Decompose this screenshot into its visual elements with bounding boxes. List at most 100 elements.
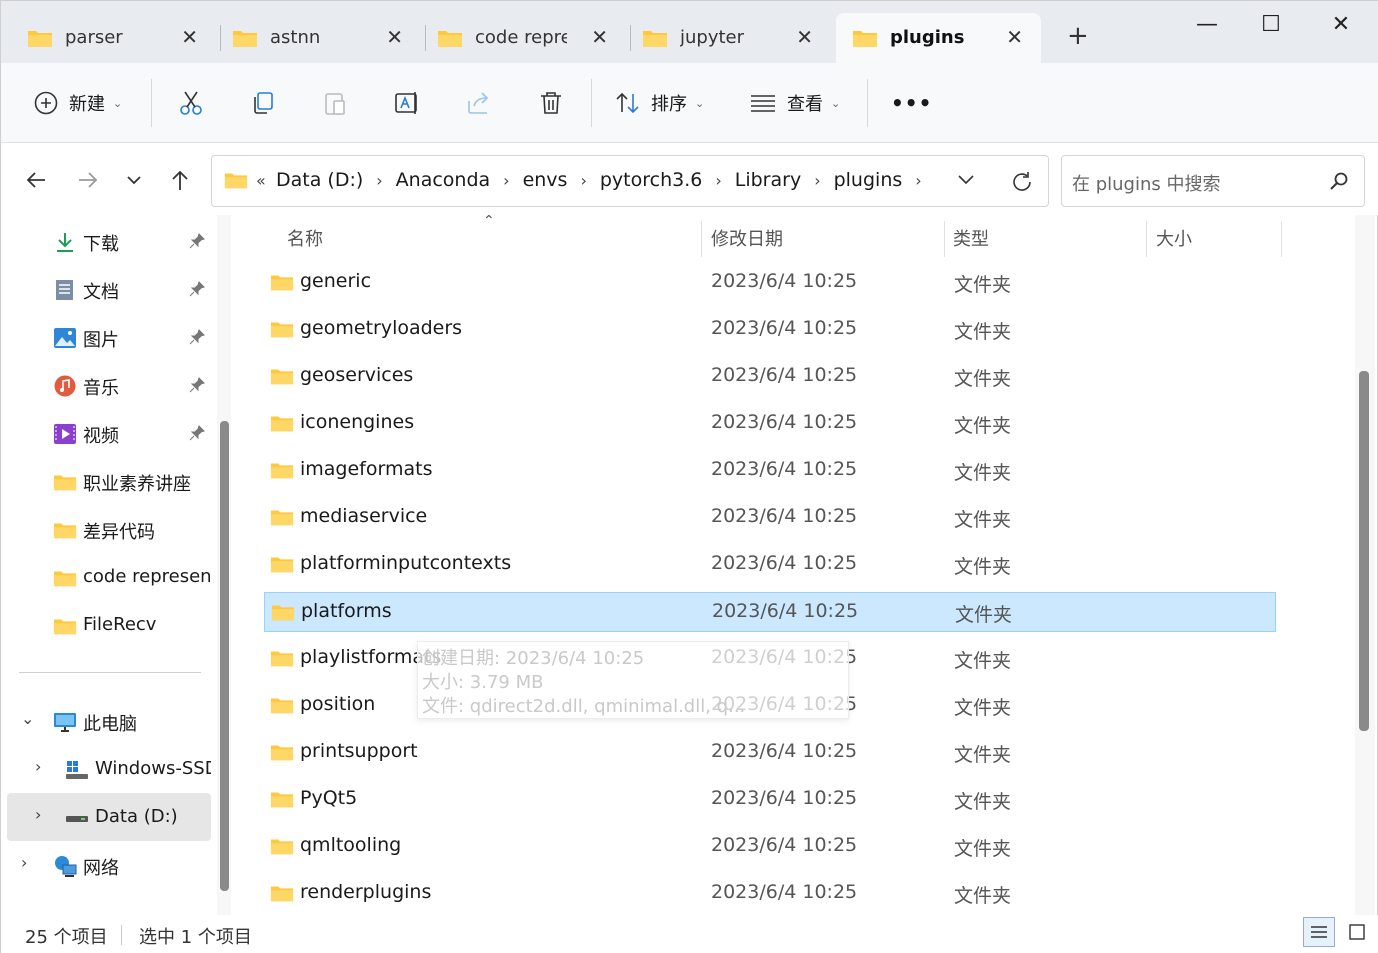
column-type[interactable]: 类型 [953, 225, 989, 251]
chevron-right-icon[interactable]: › [35, 805, 41, 824]
folder-icon [270, 275, 294, 291]
crumb-library[interactable]: Library [735, 169, 801, 191]
up-button[interactable] [165, 165, 195, 195]
chevron-down-icon[interactable] [956, 172, 976, 188]
sidebar-item-this-pc[interactable]: 此电脑 [7, 699, 211, 743]
rename-button[interactable] [393, 87, 421, 119]
close-window-button[interactable]: ✕ [1321, 9, 1361, 39]
address-bar[interactable]: « Data (D:) › Anaconda › envs › pytorch3… [211, 155, 1049, 207]
sidebar-item-folder[interactable]: FileRecv [7, 603, 211, 647]
close-icon[interactable]: ✕ [796, 25, 813, 49]
folder-icon [270, 745, 294, 761]
pin-icon[interactable] [189, 233, 205, 249]
file-type: 文件夹 [954, 368, 1012, 390]
file-name: PyQt5 [300, 787, 358, 809]
file-row[interactable]: qmltooling 2023/6/4 10:25 文件夹 [264, 827, 1276, 867]
music-icon [54, 375, 76, 397]
file-row[interactable]: geoservices 2023/6/4 10:25 文件夹 [264, 357, 1276, 397]
recent-locations-button[interactable] [119, 165, 149, 195]
sidebar-item-videos[interactable]: 视频 [7, 411, 211, 455]
sidebar-item-downloads[interactable]: 下载 [7, 219, 211, 263]
sort-button[interactable]: 排序 ⌄ [615, 87, 704, 119]
file-row[interactable]: PyQt5 2023/6/4 10:25 文件夹 [264, 780, 1276, 820]
divider [19, 672, 201, 673]
tab-code-repre[interactable]: code repre: ✕ [421, 13, 626, 63]
cut-button[interactable] [177, 87, 205, 119]
refresh-icon[interactable] [1010, 170, 1034, 194]
pin-icon[interactable] [189, 281, 205, 297]
tab-astnn[interactable]: astnn ✕ [216, 13, 421, 63]
chevron-right-icon[interactable]: › [915, 171, 921, 190]
chevron-down-icon: ⌄ [695, 96, 705, 110]
maximize-button[interactable]: ☐ [1251, 9, 1291, 39]
minimize-button[interactable]: — [1187, 9, 1227, 39]
sidebar-item-network[interactable]: 网络 [7, 843, 211, 887]
paste-button[interactable] [321, 87, 349, 119]
file-row[interactable]: iconengines 2023/6/4 10:25 文件夹 [264, 404, 1276, 444]
folder-icon [53, 571, 77, 587]
details-view-button[interactable] [1303, 917, 1335, 947]
sidebar-item-pictures[interactable]: 图片 [7, 315, 211, 359]
crumb-plugins[interactable]: plugins [834, 169, 903, 191]
chevron-right-icon[interactable]: › [503, 171, 509, 190]
file-row[interactable]: generic 2023/6/4 10:25 文件夹 [264, 263, 1276, 303]
close-icon[interactable]: ✕ [591, 25, 608, 49]
sidebar-item-music[interactable]: 音乐 [7, 363, 211, 407]
file-row[interactable]: printsupport 2023/6/4 10:25 文件夹 [264, 733, 1276, 773]
column-header: ⌃ 名称 修改日期 类型 大小 [239, 215, 1355, 261]
new-tab-button[interactable]: + [1067, 23, 1089, 49]
file-name: generic [300, 270, 372, 292]
pin-icon[interactable] [189, 329, 205, 345]
delete-button[interactable] [537, 87, 565, 119]
crumb-pytorch36[interactable]: pytorch3.6 [600, 169, 702, 191]
file-date-modified: 2023/6/4 10:25 [711, 787, 858, 809]
tab-label: jupyter [680, 27, 745, 48]
more-options-button[interactable]: ••• [891, 87, 932, 119]
file-row[interactable]: platforminputcontexts 2023/6/4 10:25 文件夹 [264, 545, 1276, 585]
file-type: 文件夹 [954, 462, 1012, 484]
close-icon[interactable]: ✕ [1006, 25, 1023, 49]
search-icon[interactable] [1328, 170, 1350, 192]
tab-parser[interactable]: parser ✕ [11, 13, 216, 63]
chevron-right-icon[interactable]: › [715, 171, 721, 190]
sidebar-item-folder[interactable]: 职业素养讲座 [7, 459, 211, 503]
crumb-anaconda[interactable]: Anaconda [396, 169, 491, 191]
pin-icon[interactable] [189, 377, 205, 393]
sidebar-item-folder[interactable]: 差异代码 [7, 507, 211, 551]
close-icon[interactable]: ✕ [386, 25, 403, 49]
folder-icon [271, 605, 295, 621]
file-row[interactable]: renderplugins 2023/6/4 10:25 文件夹 [264, 874, 1276, 914]
sidebar-item-windows-ssd[interactable]: Windows-SSD [7, 747, 211, 791]
pin-icon[interactable] [189, 425, 205, 441]
share-button[interactable] [465, 87, 493, 119]
file-row[interactable]: geometryloaders 2023/6/4 10:25 文件夹 [264, 310, 1276, 350]
list-scrollbar-thumb[interactable] [1359, 371, 1369, 731]
folder-icon [270, 886, 294, 902]
crumb-data-d[interactable]: Data (D:) [276, 169, 363, 191]
file-row[interactable]: imageformats 2023/6/4 10:25 文件夹 [264, 451, 1276, 491]
new-button[interactable]: 新建 ⌄ [33, 87, 122, 119]
copy-button[interactable] [249, 87, 277, 119]
overflow-crumbs[interactable]: « [256, 171, 266, 190]
tiles-view-button[interactable] [1341, 917, 1373, 947]
tab-jupyter[interactable]: jupyter ✕ [626, 13, 831, 63]
forward-button[interactable] [73, 165, 103, 195]
tab-plugins[interactable]: plugins ✕ [836, 13, 1041, 63]
chevron-right-icon[interactable]: › [580, 171, 586, 190]
chevron-right-icon[interactable]: › [814, 171, 820, 190]
nav-scrollbar-thumb[interactable] [220, 421, 229, 891]
chevron-right-icon[interactable]: › [376, 171, 382, 190]
file-row[interactable]: mediaservice 2023/6/4 10:25 文件夹 [264, 498, 1276, 538]
file-name: qmltooling [300, 834, 402, 856]
back-button[interactable] [21, 165, 51, 195]
sidebar-item-folder[interactable]: code represent [7, 555, 211, 599]
search-input[interactable]: 在 plugins 中搜索 [1061, 155, 1365, 207]
crumb-envs[interactable]: envs [523, 169, 568, 191]
close-icon[interactable]: ✕ [181, 25, 198, 49]
column-size[interactable]: 大小 [1156, 225, 1192, 251]
file-row[interactable]: platforms 2023/6/4 10:25 文件夹 [264, 592, 1276, 632]
sidebar-item-documents[interactable]: 文档 [7, 267, 211, 311]
column-date-modified[interactable]: 修改日期 [711, 225, 783, 251]
column-name[interactable]: 名称 [287, 225, 323, 251]
view-button[interactable]: 查看 ⌄ [749, 87, 840, 119]
